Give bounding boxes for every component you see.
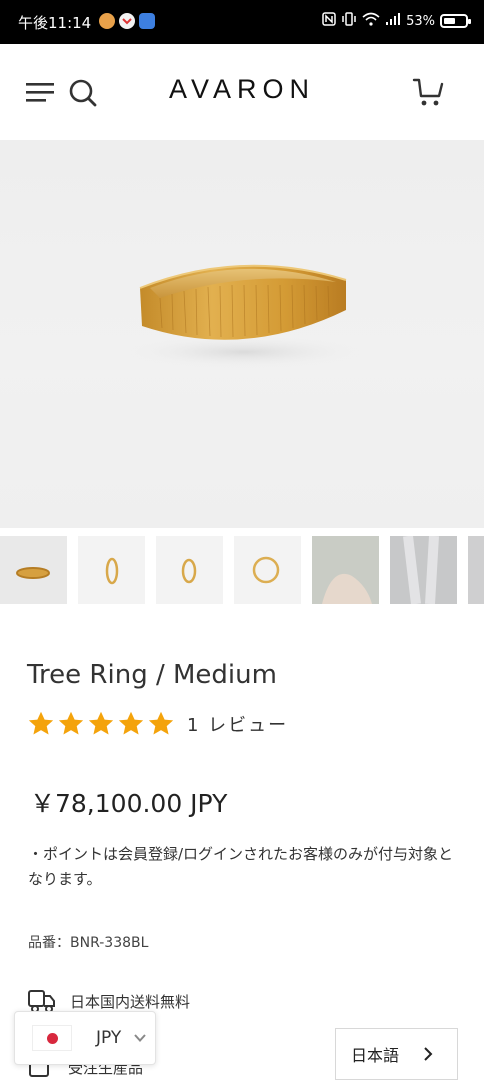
chevron-down-icon (134, 1034, 147, 1042)
cloud-icon (139, 13, 155, 29)
product-title: Tree Ring / Medium (27, 660, 277, 690)
language-label: 日本語 (351, 1046, 400, 1065)
cart-icon (412, 78, 444, 106)
star-icon (28, 711, 54, 735)
product-sku: 品番：BNR-338BL (28, 935, 149, 951)
language-selector[interactable]: 日本語 (335, 1028, 458, 1080)
vibrate-icon (341, 12, 357, 30)
chevron-right-icon (424, 1047, 433, 1061)
app-notification-icon (99, 13, 115, 29)
model-photo-thumbnail (390, 536, 457, 604)
thumbnail[interactable] (0, 536, 67, 604)
app-notification-icon (119, 13, 135, 29)
signal-icon (385, 12, 401, 30)
product-rating[interactable]: 1 レビュー (27, 708, 288, 740)
product-price: ￥78,100.00 JPY (30, 789, 228, 818)
status-time: 午後11:14 (18, 14, 92, 32)
ring-thumbnail-icon (252, 556, 280, 584)
product-image-main[interactable] (0, 140, 484, 528)
battery-percent: 53% (406, 13, 435, 29)
japan-flag-icon (32, 1025, 72, 1051)
thumbnail[interactable] (234, 536, 301, 604)
cart-button[interactable] (412, 78, 446, 108)
model-photo-thumbnail (312, 536, 379, 604)
free-shipping-label: 日本国内送料無料 (70, 992, 191, 1011)
status-bar: 午後11:14 53% (0, 0, 484, 44)
ring-thumbnail-icon (16, 567, 50, 579)
status-indicators: 53% (322, 12, 471, 30)
wifi-icon (362, 12, 380, 30)
thumbnail-strip (0, 536, 484, 604)
star-icon (58, 711, 84, 735)
currency-selector[interactable]: JPY (14, 1011, 156, 1065)
review-count[interactable]: 1 レビュー (187, 711, 288, 737)
star-icon (118, 711, 144, 735)
points-note: ・ポイントは会員登録/ログインされたお客様のみが付与対象となります。 (28, 845, 454, 888)
thumbnail[interactable] (390, 536, 457, 604)
ring-thumbnail-icon (181, 558, 197, 584)
currency-label: JPY (96, 1028, 122, 1048)
nfc-icon (322, 12, 336, 30)
thumbnail[interactable] (78, 536, 145, 604)
thumbnail[interactable] (312, 536, 379, 604)
battery-icon (440, 14, 471, 28)
rating-stars (27, 710, 175, 738)
thumbnail[interactable] (468, 536, 484, 604)
gold-ring-image (126, 264, 362, 368)
thumbnail[interactable] (156, 536, 223, 604)
star-icon (88, 711, 114, 735)
star-icon (148, 711, 174, 735)
ring-thumbnail-icon (105, 557, 119, 585)
site-header: AVARON (0, 44, 484, 140)
battery-level (444, 18, 455, 24)
